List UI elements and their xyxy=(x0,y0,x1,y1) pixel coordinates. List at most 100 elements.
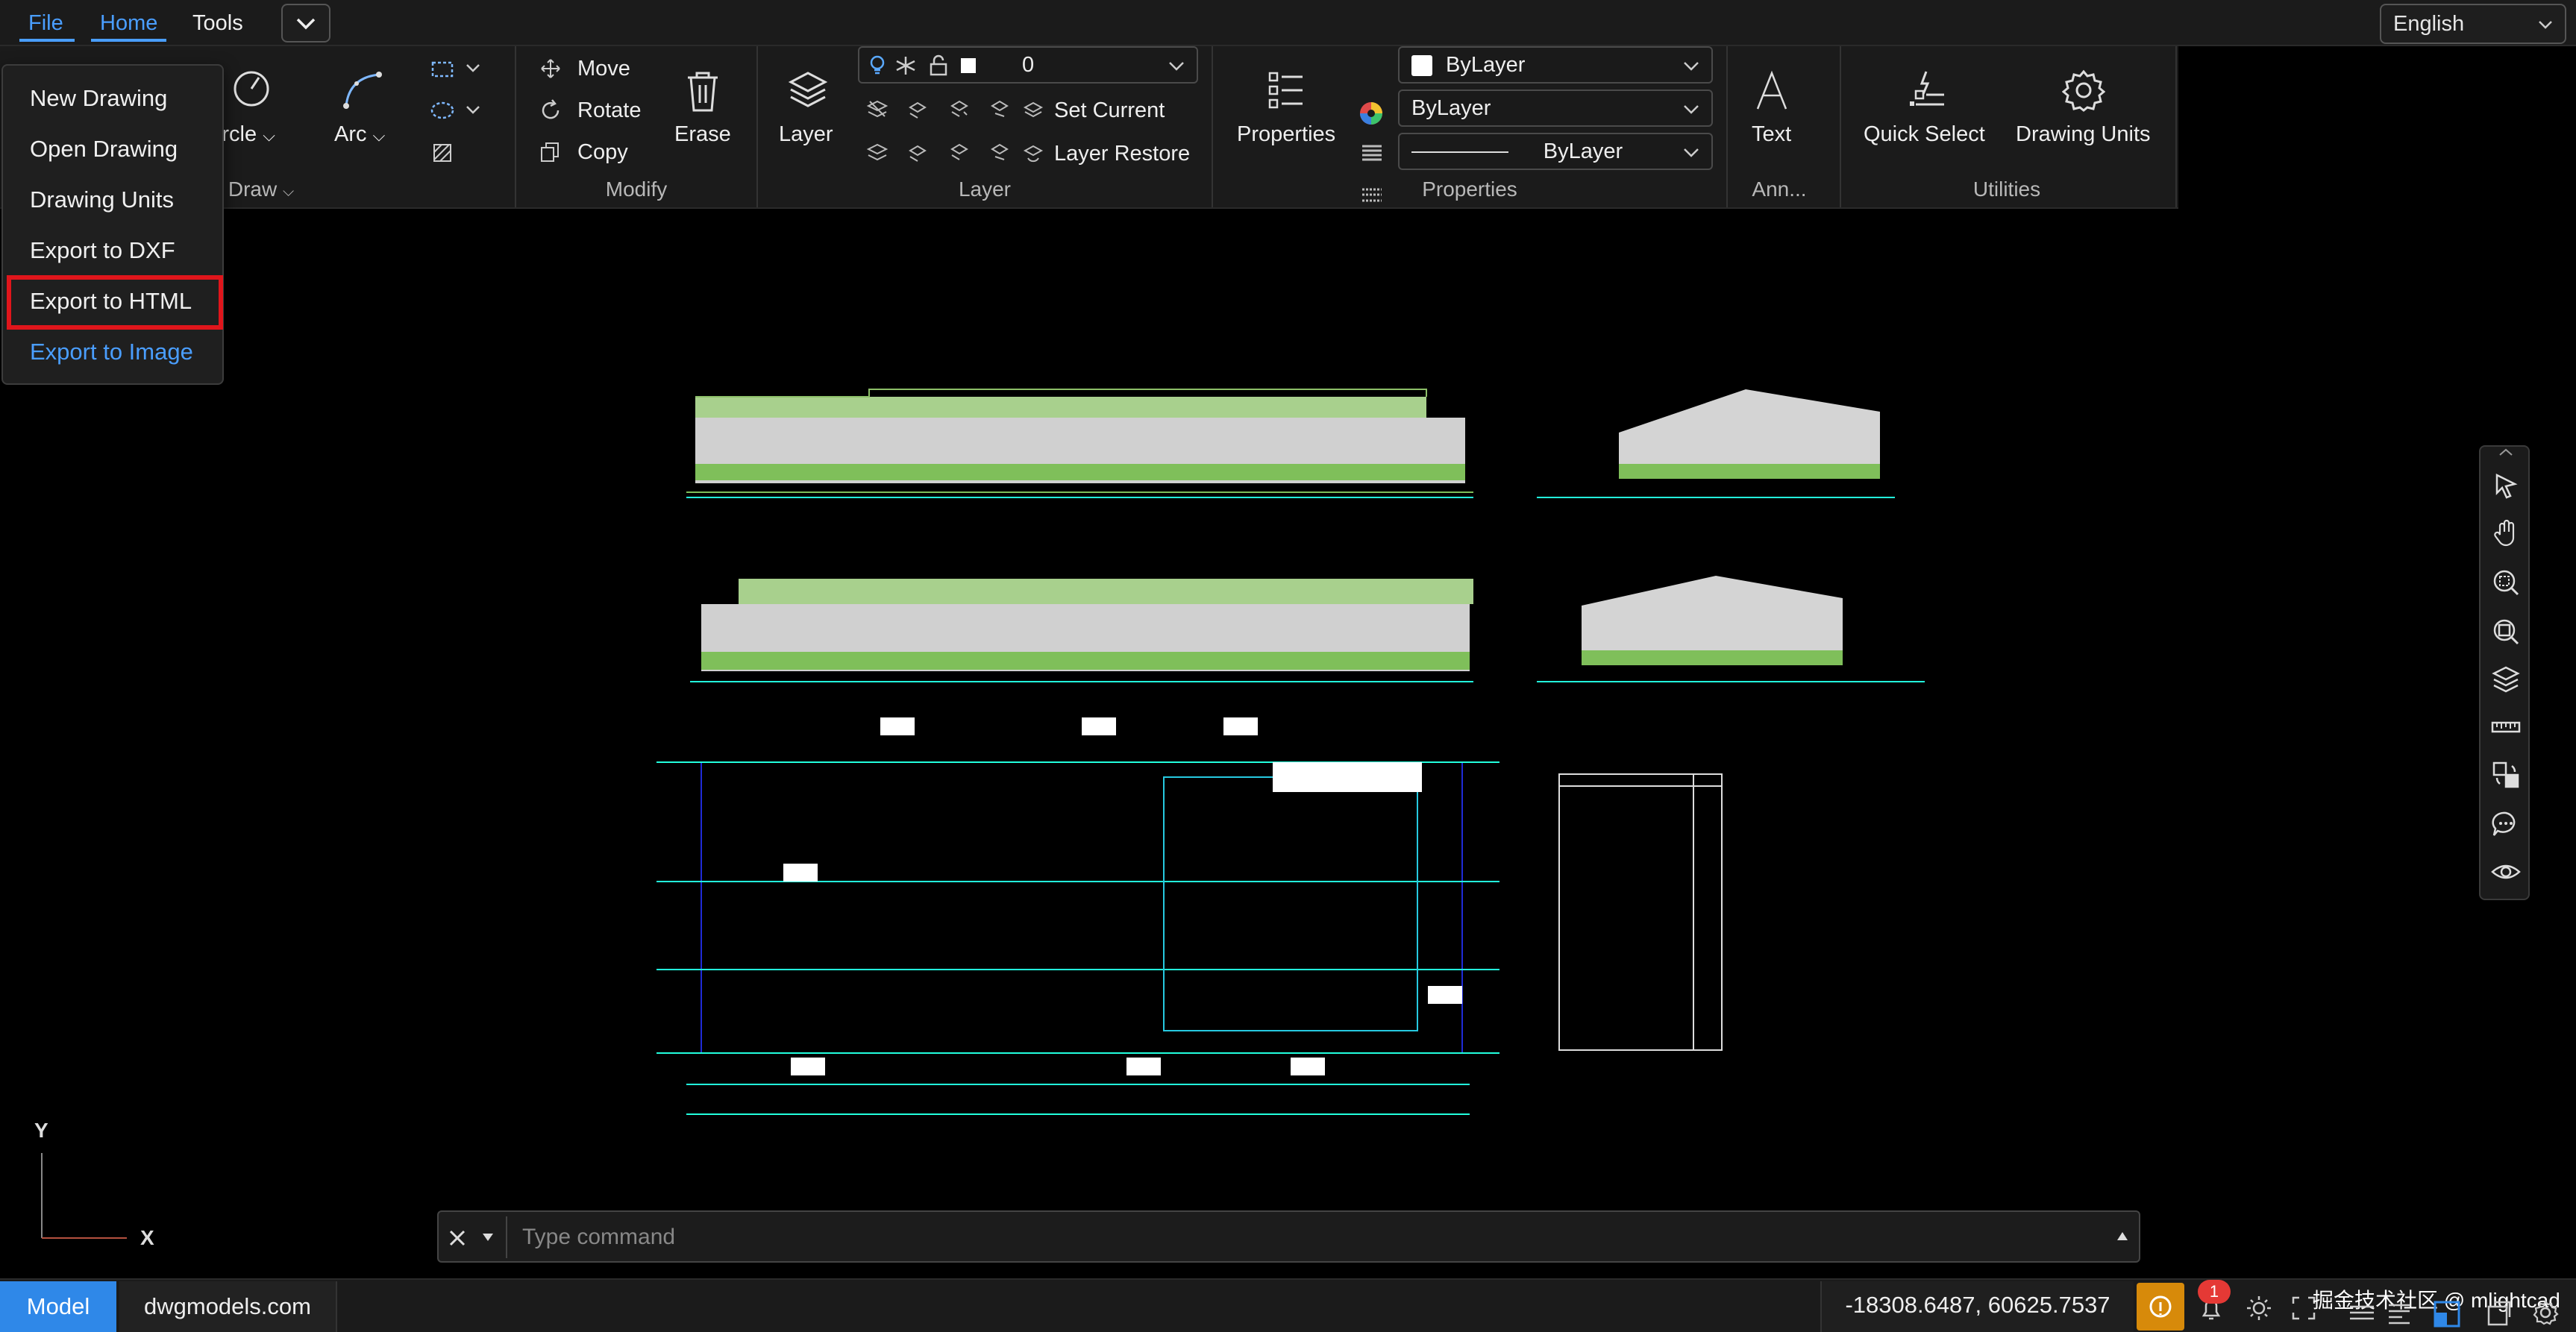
pan-tool-button[interactable] xyxy=(2491,518,2521,548)
lines-icon xyxy=(2350,1305,2374,1320)
compare-button[interactable] xyxy=(2491,760,2521,790)
layer-restore-button[interactable]: Layer Restore xyxy=(1054,139,1190,169)
chevron-down-icon xyxy=(1169,62,1184,71)
language-select[interactable]: English xyxy=(2380,4,2566,44)
close-icon[interactable] xyxy=(446,1227,468,1249)
menu-item-open-drawing[interactable]: Open Drawing xyxy=(30,136,178,163)
copy-button[interactable]: Copy xyxy=(577,137,628,167)
legend-table xyxy=(1558,773,1723,1051)
layer-select[interactable]: 0 xyxy=(858,46,1198,84)
ucs-indicator: Y X xyxy=(0,1119,187,1268)
arc-label: Arc xyxy=(334,122,367,146)
menu-item-new-drawing[interactable]: New Drawing xyxy=(30,85,167,112)
ellipse-tool-button[interactable] xyxy=(430,95,489,131)
rotate-icon xyxy=(537,95,564,131)
language-value: English xyxy=(2393,12,2465,36)
ribbon-separator xyxy=(1840,46,1841,207)
layers-icon xyxy=(2492,666,2520,693)
cursor-icon xyxy=(2495,473,2518,499)
highlight-box xyxy=(7,275,223,330)
layer-button[interactable]: Layer xyxy=(779,122,833,147)
chevron-up-icon[interactable] xyxy=(2497,447,2515,457)
menu-item-drawing-units[interactable]: Drawing Units xyxy=(30,186,174,213)
gear-icon xyxy=(2533,1299,2559,1325)
rotate-button[interactable]: Rotate xyxy=(577,95,641,125)
properties-button[interactable]: Properties xyxy=(1237,122,1335,147)
properties-toggle[interactable] xyxy=(2386,1299,2413,1332)
measure-button[interactable] xyxy=(2491,712,2521,742)
layers-icon xyxy=(786,69,830,116)
caret-up-icon[interactable] xyxy=(2115,1230,2130,1243)
zoom-extents-button[interactable] xyxy=(2491,617,2521,647)
viewport-icon xyxy=(2434,1301,2460,1328)
layer-tools-row1-icons[interactable] xyxy=(864,97,1028,124)
theme-button[interactable] xyxy=(2244,1293,2274,1329)
settings-button[interactable] xyxy=(2532,1299,2559,1332)
menu-bar: File Home Tools English xyxy=(0,0,2576,46)
erase-button[interactable]: Erase xyxy=(674,122,731,147)
ribbon-separator xyxy=(1726,46,1728,207)
annotation-group-label: Ann... xyxy=(1752,178,1807,201)
color-select[interactable]: ByLayer xyxy=(1398,46,1713,84)
color-value: ByLayer xyxy=(1446,53,1526,77)
set-current-icon xyxy=(1023,101,1044,118)
modify-group-label: Modify xyxy=(605,178,668,201)
more-tabs-button[interactable] xyxy=(281,4,330,43)
ruler-icon xyxy=(2491,721,2521,733)
menu-tab-home[interactable]: Home xyxy=(91,4,167,42)
lineweight-toggle[interactable] xyxy=(2348,1299,2375,1332)
app-root: { "menubar": { "tabs": ["File", "Home", … xyxy=(0,0,2576,1332)
drawing-canvas[interactable] xyxy=(0,210,2576,1278)
sun-icon xyxy=(2247,1296,2271,1320)
zoom-window-button[interactable] xyxy=(2491,568,2521,597)
cursor-coordinates: -18308.6487, 60625.7537 xyxy=(1820,1281,2134,1332)
info-icon xyxy=(2149,1295,2172,1318)
notification-badge: 1 xyxy=(2198,1280,2231,1304)
move-button[interactable]: Move xyxy=(577,54,630,84)
properties-icon xyxy=(1265,69,1307,114)
draw-group-label: Draw ⌵ xyxy=(216,178,306,201)
text-button[interactable]: Text xyxy=(1752,122,1791,147)
drawing-units-button[interactable]: Drawing Units xyxy=(2016,122,2151,147)
ribbon: Circle ⌵ Arc ⌵ Draw ⌵ Move Rotate Copy E… xyxy=(0,46,2178,209)
cad-drawing xyxy=(656,389,1925,1115)
caret-down-icon[interactable] xyxy=(480,1231,495,1243)
menu-tab-file[interactable]: File xyxy=(19,4,72,42)
model-tab[interactable]: Model xyxy=(0,1281,116,1332)
menu-item-export-dxf[interactable]: Export to DXF xyxy=(30,237,175,264)
gear-icon xyxy=(2061,69,2106,116)
hatch-tool-button[interactable] xyxy=(430,137,460,172)
arc-button[interactable]: Arc ⌵ xyxy=(334,122,385,147)
elevation-2 xyxy=(1537,389,1895,498)
rectangle-tool-button[interactable] xyxy=(430,54,489,89)
layer-manager-button[interactable] xyxy=(2491,665,2521,694)
draw-group-text: Draw xyxy=(228,178,278,201)
lineweight-value: ByLayer xyxy=(1543,139,1623,163)
trash-icon xyxy=(682,69,724,117)
viewport-toggle[interactable] xyxy=(2432,1299,2462,1332)
menu-tab-tools[interactable]: Tools xyxy=(184,4,252,42)
chevron-down-icon: ⌵ xyxy=(372,126,386,145)
ucs-axes-icon xyxy=(41,1153,127,1239)
set-current-button[interactable]: Set Current xyxy=(1054,95,1165,125)
select-tool-button[interactable] xyxy=(2491,471,2521,500)
utilities-group-label: Utilities xyxy=(1972,178,2041,201)
quick-select-button[interactable]: Quick Select xyxy=(1864,122,1985,147)
layout-toggle[interactable] xyxy=(2484,1299,2511,1332)
file-menu-dropdown: New Drawing Open Drawing Drawing Units E… xyxy=(1,64,224,385)
move-icon xyxy=(537,54,564,89)
command-line xyxy=(437,1210,2140,1263)
lineweight-select[interactable]: ByLayer xyxy=(1398,133,1713,170)
command-input[interactable] xyxy=(506,1216,2095,1258)
linetype-select[interactable]: ByLayer xyxy=(1398,89,1713,127)
layer-state-icons xyxy=(870,54,976,76)
zoom-window-icon xyxy=(2493,570,2519,596)
comment-button[interactable] xyxy=(2491,809,2521,839)
warning-button[interactable] xyxy=(2137,1283,2184,1331)
visibility-button[interactable] xyxy=(2491,857,2521,887)
menu-item-export-image[interactable]: Export to Image xyxy=(30,339,193,365)
ribbon-separator xyxy=(515,46,516,207)
layout-tab[interactable]: dwgmodels.com xyxy=(119,1281,337,1332)
text-tool-icon xyxy=(1753,70,1790,116)
layer-tools-row2-icons[interactable] xyxy=(864,140,1028,167)
